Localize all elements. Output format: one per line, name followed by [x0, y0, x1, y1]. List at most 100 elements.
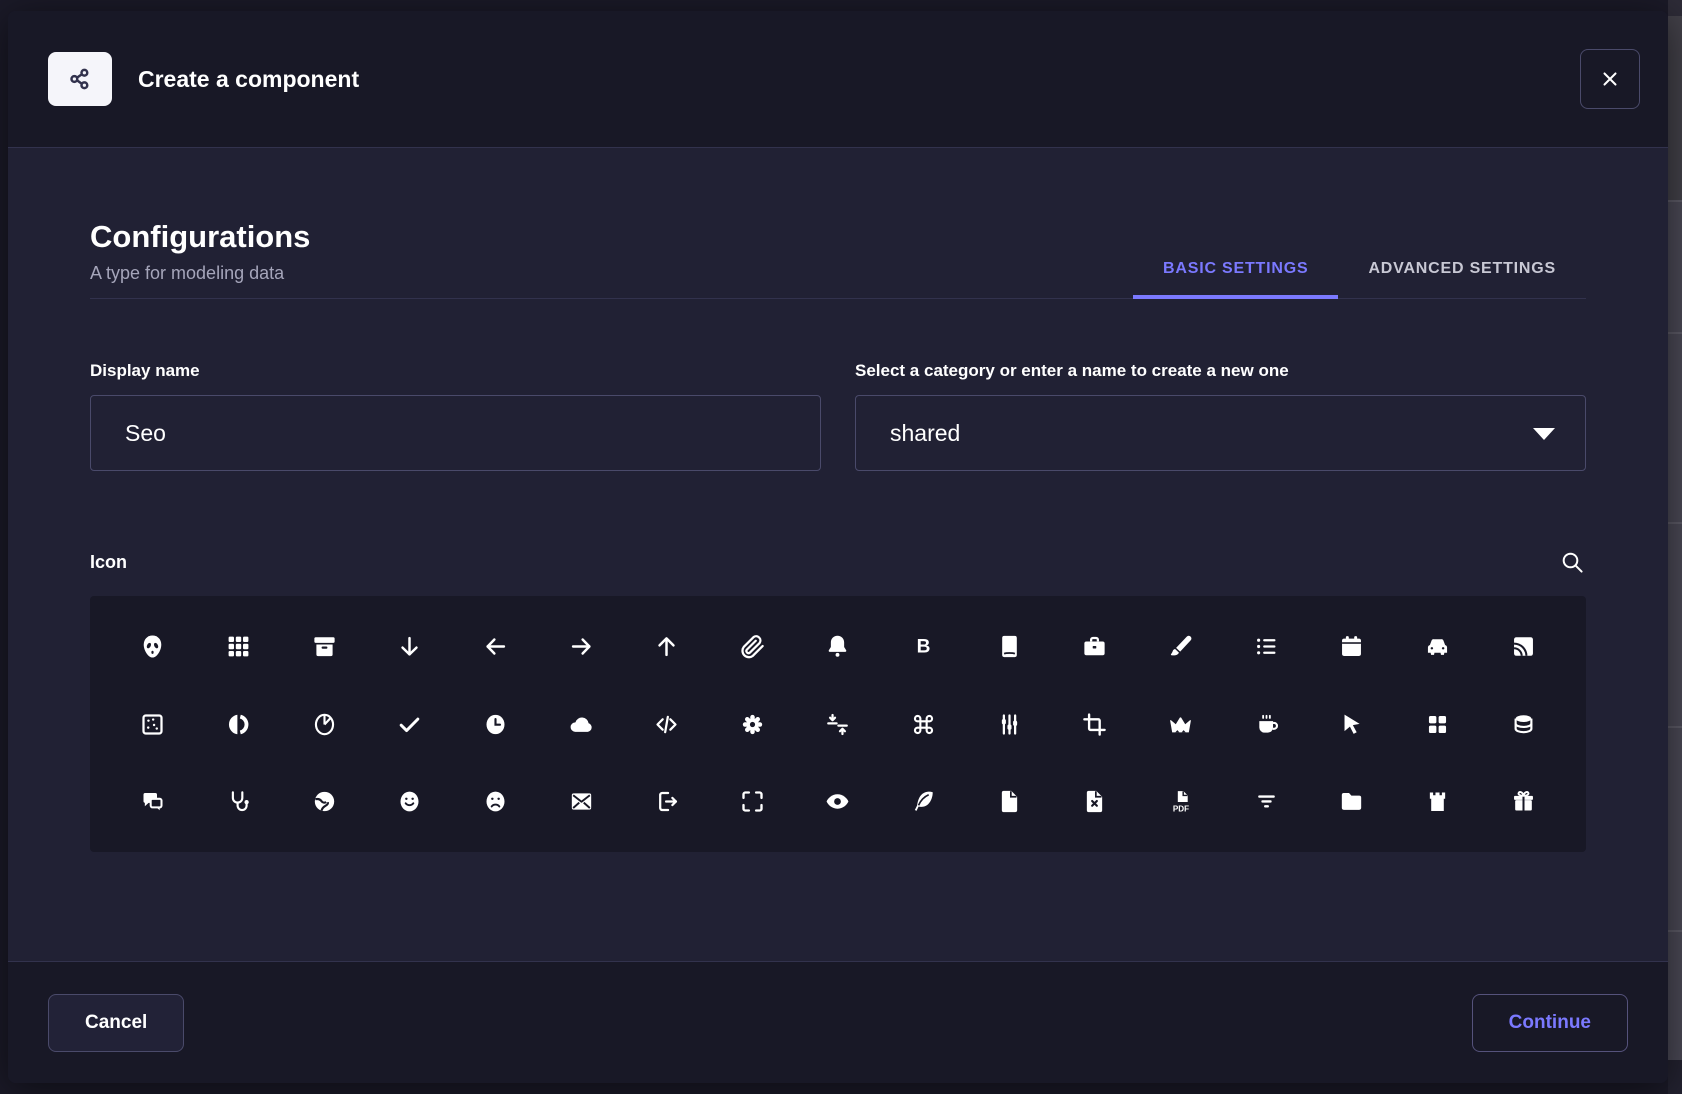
- icon-option-cup[interactable]: [1223, 685, 1309, 762]
- icon-option-arrow-down[interactable]: [367, 608, 453, 685]
- component-icon-tile: [48, 52, 112, 106]
- crown-icon: [1167, 711, 1194, 738]
- dashboard-icon: [1424, 711, 1451, 738]
- database-icon: [1510, 711, 1537, 738]
- cloud-icon: [568, 711, 595, 738]
- icon-option-earth[interactable]: [281, 763, 367, 840]
- icon-search-button[interactable]: [1559, 549, 1586, 576]
- icon-option-folder[interactable]: [1309, 763, 1395, 840]
- gate-icon: [1424, 788, 1451, 815]
- bold-icon: [910, 633, 937, 660]
- icon-option-cast[interactable]: [1480, 608, 1566, 685]
- icon-option-console[interactable]: [966, 685, 1052, 762]
- category-select[interactable]: shared: [855, 395, 1586, 471]
- arrow-left-icon: [482, 633, 509, 660]
- search-icon: [1559, 549, 1586, 576]
- tab-basic-settings[interactable]: BASIC SETTINGS: [1133, 260, 1338, 298]
- icon-option-attachment[interactable]: [710, 608, 796, 685]
- icon-option-cursor[interactable]: [1309, 685, 1395, 762]
- icon-option-bold[interactable]: [881, 608, 967, 685]
- command-icon: [910, 711, 937, 738]
- icon-option-command[interactable]: [881, 685, 967, 762]
- icon-option-apps[interactable]: [196, 608, 282, 685]
- section-title: Configurations: [90, 220, 310, 254]
- file-icon: [996, 788, 1023, 815]
- icon-option-bell[interactable]: [795, 608, 881, 685]
- form-row: Display name Select a category or enter …: [90, 361, 1586, 471]
- modal-body: Configurations A type for modeling data …: [8, 148, 1668, 961]
- chevron-down-icon: [1533, 428, 1555, 440]
- icon-option-brush[interactable]: [1138, 608, 1224, 685]
- arrow-up-icon: [653, 633, 680, 660]
- chart-pie-icon: [311, 711, 338, 738]
- icon-option-bullet-list[interactable]: [1223, 608, 1309, 685]
- category-label: Select a category or enter a name to cre…: [855, 361, 1586, 381]
- icon-option-check[interactable]: [367, 685, 453, 762]
- icon-option-crop[interactable]: [1052, 685, 1138, 762]
- icon-option-clock[interactable]: [453, 685, 539, 762]
- icon-option-chart-bubble[interactable]: [110, 685, 196, 762]
- display-name-input[interactable]: [90, 395, 821, 471]
- icon-option-doctor[interactable]: [196, 763, 282, 840]
- eye-icon: [824, 788, 851, 815]
- check-icon: [396, 711, 423, 738]
- icon-option-collapse[interactable]: [795, 685, 881, 762]
- icon-option-chart-pie[interactable]: [281, 685, 367, 762]
- icon-option-feather[interactable]: [881, 763, 967, 840]
- icon-option-gift[interactable]: [1480, 763, 1566, 840]
- earth-icon: [311, 788, 338, 815]
- icon-option-expand[interactable]: [710, 763, 796, 840]
- icon-option-dashboard[interactable]: [1395, 685, 1481, 762]
- close-button[interactable]: [1580, 49, 1640, 109]
- doctor-icon: [225, 788, 252, 815]
- icon-option-chart-circle[interactable]: [196, 685, 282, 762]
- discuss-icon: [139, 788, 166, 815]
- icon-option-file-pdf[interactable]: [1138, 763, 1224, 840]
- continue-button[interactable]: Continue: [1472, 994, 1628, 1052]
- icon-option-arrow-right[interactable]: [538, 608, 624, 685]
- archive-icon: [311, 633, 338, 660]
- background-row-divider: [1668, 200, 1682, 202]
- icon-option-emotion-happy[interactable]: [367, 763, 453, 840]
- briefcase-icon: [1081, 633, 1108, 660]
- icon-option-car[interactable]: [1395, 608, 1481, 685]
- calendar-icon: [1338, 633, 1365, 660]
- icon-option-exit[interactable]: [624, 763, 710, 840]
- icon-option-crown[interactable]: [1138, 685, 1224, 762]
- icon-option-filter[interactable]: [1223, 763, 1309, 840]
- cancel-button[interactable]: Cancel: [48, 994, 184, 1052]
- icon-option-cog[interactable]: [710, 685, 796, 762]
- display-name-label: Display name: [90, 361, 821, 381]
- icon-option-database[interactable]: [1480, 685, 1566, 762]
- emotion-unhappy-icon: [482, 788, 509, 815]
- icon-option-alien[interactable]: [110, 608, 196, 685]
- icon-option-gate[interactable]: [1395, 763, 1481, 840]
- icon-option-file[interactable]: [966, 763, 1052, 840]
- clock-icon: [482, 711, 509, 738]
- icon-option-book[interactable]: [966, 608, 1052, 685]
- icon-picker-section: Icon: [90, 549, 1586, 852]
- icon-option-arrow-left[interactable]: [453, 608, 539, 685]
- bell-icon: [824, 633, 851, 660]
- apps-icon: [225, 633, 252, 660]
- icon-option-emotion-unhappy[interactable]: [453, 763, 539, 840]
- tab-advanced-settings[interactable]: ADVANCED SETTINGS: [1338, 260, 1586, 298]
- icon-option-cloud[interactable]: [538, 685, 624, 762]
- icon-picker-label: Icon: [90, 552, 127, 573]
- icon-option-archive[interactable]: [281, 608, 367, 685]
- book-icon: [996, 633, 1023, 660]
- icon-option-arrow-up[interactable]: [624, 608, 710, 685]
- icon-option-code[interactable]: [624, 685, 710, 762]
- background-edge-segment: [1668, 16, 1682, 200]
- icon-option-calendar[interactable]: [1309, 608, 1395, 685]
- icon-option-file-error[interactable]: [1052, 763, 1138, 840]
- icon-option-envelope[interactable]: [538, 763, 624, 840]
- arrow-right-icon: [568, 633, 595, 660]
- settings-tabs: BASIC SETTINGS ADVANCED SETTINGS: [1133, 260, 1586, 298]
- icon-option-briefcase[interactable]: [1052, 608, 1138, 685]
- icon-option-eye[interactable]: [795, 763, 881, 840]
- background-row-divider: [1668, 726, 1682, 728]
- car-icon: [1424, 633, 1451, 660]
- icon-option-discuss[interactable]: [110, 763, 196, 840]
- section-subtitle: A type for modeling data: [90, 263, 310, 284]
